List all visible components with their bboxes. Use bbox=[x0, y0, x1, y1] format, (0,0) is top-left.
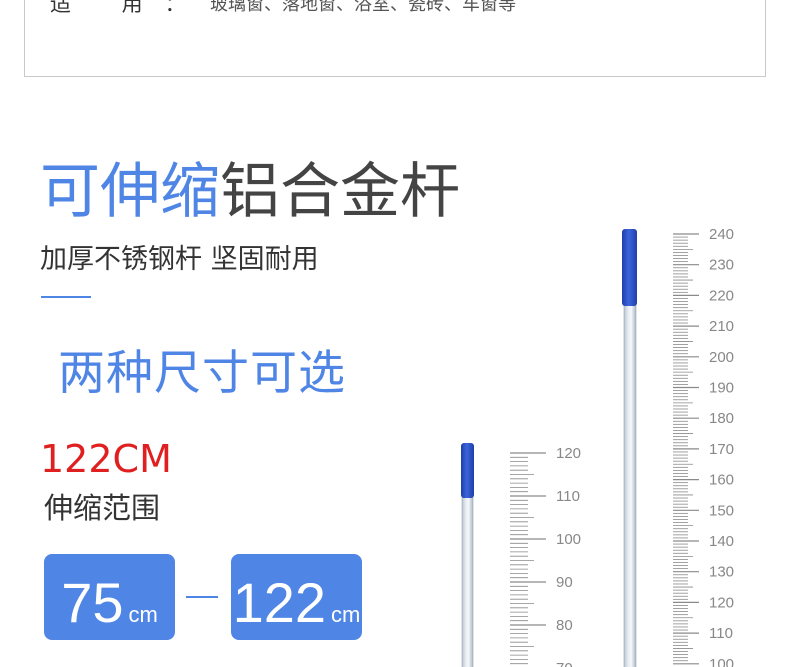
scale-label: 170 bbox=[709, 441, 734, 458]
scale-label: 160 bbox=[709, 472, 734, 489]
scale-label: 180 bbox=[709, 410, 734, 427]
scale-label: 210 bbox=[709, 318, 734, 335]
short-pole-cap bbox=[461, 443, 474, 498]
scale-label: 140 bbox=[709, 533, 734, 550]
scale-label: 110 bbox=[709, 625, 733, 642]
scale-label: 120 bbox=[556, 445, 581, 462]
scale-label: 110 bbox=[556, 488, 580, 505]
tall-pole-cap bbox=[622, 229, 637, 306]
tall-pole-ticks bbox=[673, 233, 699, 665]
scale-label: 220 bbox=[709, 287, 734, 304]
tall-pole-labels: 240 230 220 210 200 190 180 170 160 150 140 130 120 1… bbox=[709, 226, 734, 667]
scale-label: 150 bbox=[709, 502, 734, 519]
scale-label: 80 bbox=[556, 617, 573, 634]
scale-label: 120 bbox=[709, 594, 734, 611]
short-pole-labels: 120 110 100 90 80 70 bbox=[556, 445, 581, 667]
tall-pole-shaft bbox=[623, 301, 637, 667]
scale-label: 240 bbox=[709, 226, 734, 243]
scale-label: 70 bbox=[556, 660, 573, 667]
scale-label: 230 bbox=[709, 257, 734, 274]
scale-label: 130 bbox=[709, 564, 734, 581]
scale-label: 190 bbox=[709, 380, 734, 397]
scale-label: 90 bbox=[556, 574, 573, 591]
pole-illustration: 120 110 100 90 80 70 240 230 220 210 200 190 180 170… bbox=[461, 226, 734, 667]
short-pole-ticks bbox=[510, 452, 546, 665]
scale-label: 100 bbox=[709, 656, 734, 667]
short-pole-shaft bbox=[461, 494, 474, 667]
scale-label: 100 bbox=[556, 531, 581, 548]
scale-label: 200 bbox=[709, 349, 734, 366]
